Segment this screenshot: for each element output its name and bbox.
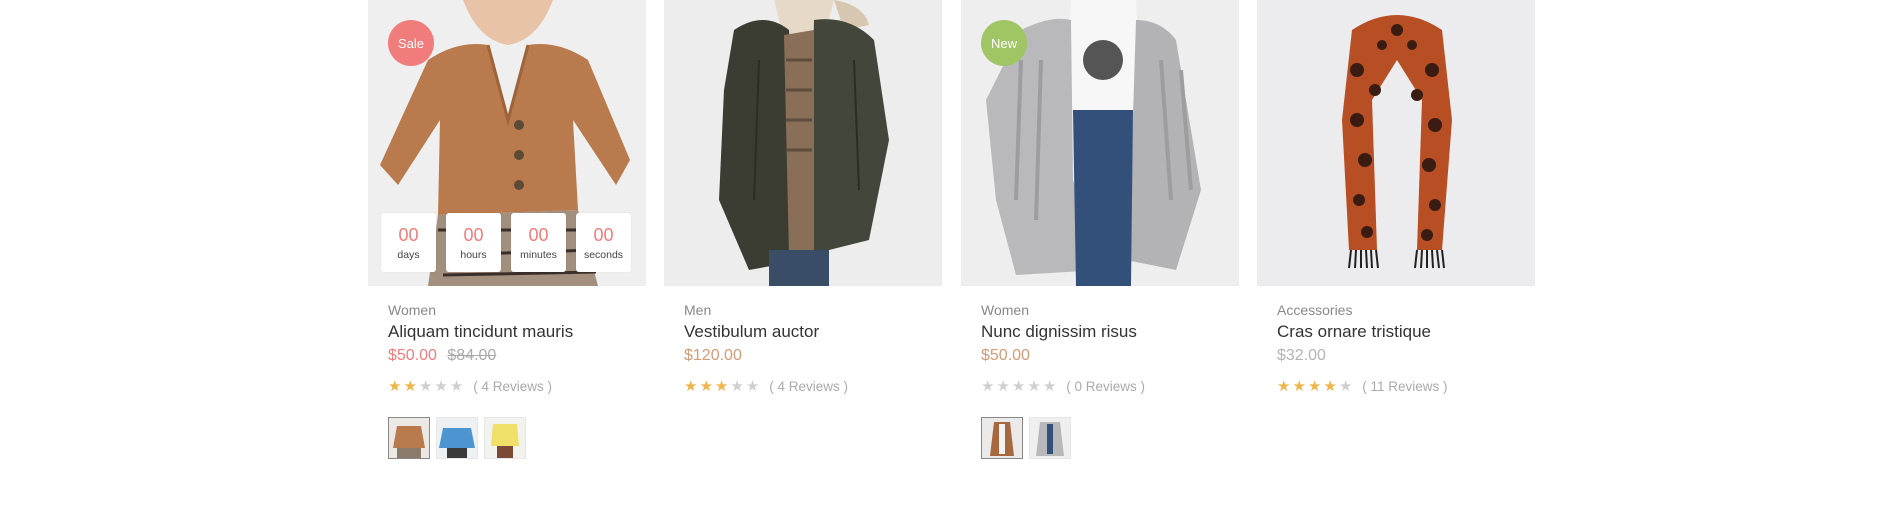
- color-swatches: [981, 417, 1239, 459]
- review-count[interactable]: ( 4 Reviews ): [473, 379, 552, 394]
- star-icon: ★: [1011, 377, 1026, 395]
- price: $32.00: [1277, 347, 1326, 364]
- product-rating: ★ ★ ★ ★ ★ ( 4 Reviews ): [684, 377, 942, 395]
- countdown-value: 00: [528, 224, 549, 245]
- product-grid: Sale 00 days 00 hours 00 minutes 00 seco…: [368, 0, 1535, 521]
- product-title[interactable]: Vestibulum auctor: [684, 322, 942, 342]
- star-icon: ★: [730, 377, 744, 395]
- star-icon: ★: [1292, 377, 1306, 395]
- color-swatches: [388, 417, 646, 459]
- swatch-yellow-sweater[interactable]: [484, 417, 526, 459]
- star-icon: ★: [996, 377, 1010, 395]
- product-price: $120.00: [684, 346, 942, 366]
- star-icon: ★: [1338, 377, 1353, 395]
- countdown-value: 00: [463, 224, 484, 245]
- product-rating: ★ ★ ★ ★ ★ ( 11 Reviews ): [1277, 377, 1535, 395]
- star-icon: ★: [745, 377, 760, 395]
- scarf-photo: [1257, 0, 1535, 286]
- sale-countdown: 00 days 00 hours 00 minutes 00 seconds: [381, 213, 631, 272]
- star-icon: ★: [699, 377, 713, 395]
- product-image[interactable]: Sale 00 days 00 hours 00 minutes 00 seco…: [368, 0, 646, 286]
- price: $50.00: [981, 347, 1030, 364]
- product-image[interactable]: [664, 0, 942, 286]
- swatch-blue-sweater[interactable]: [436, 417, 478, 459]
- star-icon: ★: [981, 377, 995, 395]
- product-category[interactable]: Women: [981, 302, 1239, 318]
- star-icon: ★: [1277, 377, 1291, 395]
- countdown-value: 00: [593, 224, 614, 245]
- swatch-grey-cardigan[interactable]: [1029, 417, 1071, 459]
- countdown-minutes: 00 minutes: [511, 213, 566, 272]
- product-title[interactable]: Aliquam tincidunt mauris: [388, 322, 646, 342]
- product-info: Accessories Cras ornare tristique $32.00…: [1257, 286, 1535, 395]
- swatch-brown-cardigan[interactable]: [388, 417, 430, 459]
- star-icon: ★: [403, 377, 417, 395]
- review-count[interactable]: ( 11 Reviews ): [1362, 379, 1447, 394]
- product-price: $50.00: [981, 346, 1239, 366]
- product-card[interactable]: Accessories Cras ornare tristique $32.00…: [1257, 0, 1535, 395]
- star-icon: ★: [434, 377, 448, 395]
- star-icon: ★: [684, 377, 698, 395]
- parka-photo: [664, 0, 942, 286]
- product-rating: ★ ★ ★ ★ ★ ( 0 Reviews ): [981, 377, 1239, 395]
- review-count[interactable]: ( 0 Reviews ): [1066, 379, 1145, 394]
- countdown-unit: hours: [460, 248, 487, 261]
- product-price: $32.00: [1277, 346, 1535, 366]
- price: $120.00: [684, 347, 742, 364]
- countdown-hours: 00 hours: [446, 213, 501, 272]
- countdown-value: 00: [398, 224, 419, 245]
- sale-price: $50.00: [388, 347, 437, 364]
- old-price: $84.00: [447, 347, 497, 364]
- new-badge: New: [981, 20, 1027, 66]
- product-title[interactable]: Nunc dignissim risus: [981, 322, 1239, 342]
- product-image[interactable]: [1257, 0, 1535, 286]
- star-icon: ★: [1027, 377, 1041, 395]
- countdown-seconds: 00 seconds: [576, 213, 631, 272]
- product-category[interactable]: Women: [388, 302, 646, 318]
- product-card[interactable]: Men Vestibulum auctor $120.00 ★ ★ ★ ★ ★ …: [664, 0, 942, 395]
- product-card[interactable]: New Women Nunc dignissim risus $50.00 ★ …: [961, 0, 1239, 459]
- product-info: Women Nunc dignissim risus $50.00 ★ ★ ★ …: [961, 286, 1239, 459]
- star-icon: ★: [449, 377, 464, 395]
- star-icon: ★: [714, 377, 729, 395]
- product-price: $50.00 $84.00: [388, 346, 646, 366]
- product-image[interactable]: New: [961, 0, 1239, 286]
- countdown-unit: days: [397, 248, 420, 261]
- product-rating: ★ ★ ★ ★ ★ ( 4 Reviews ): [388, 377, 646, 395]
- product-card[interactable]: Sale 00 days 00 hours 00 minutes 00 seco…: [368, 0, 646, 459]
- countdown-unit: seconds: [583, 248, 624, 261]
- product-info: Women Aliquam tincidunt mauris $50.00 $8…: [368, 286, 646, 459]
- star-icon: ★: [1042, 377, 1057, 395]
- review-count[interactable]: ( 4 Reviews ): [769, 379, 848, 394]
- countdown-days: 00 days: [381, 213, 436, 272]
- product-title[interactable]: Cras ornare tristique: [1277, 322, 1535, 342]
- star-icon: ★: [418, 377, 433, 395]
- product-category[interactable]: Men: [684, 302, 942, 318]
- star-icon: ★: [388, 377, 402, 395]
- countdown-unit: minutes: [520, 248, 557, 261]
- star-icon: ★: [1323, 377, 1337, 395]
- product-info: Men Vestibulum auctor $120.00 ★ ★ ★ ★ ★ …: [664, 286, 942, 395]
- star-icon: ★: [1307, 377, 1322, 395]
- swatch-brown-coat[interactable]: [981, 417, 1023, 459]
- sale-badge: Sale: [388, 20, 434, 66]
- product-category[interactable]: Accessories: [1277, 302, 1535, 318]
